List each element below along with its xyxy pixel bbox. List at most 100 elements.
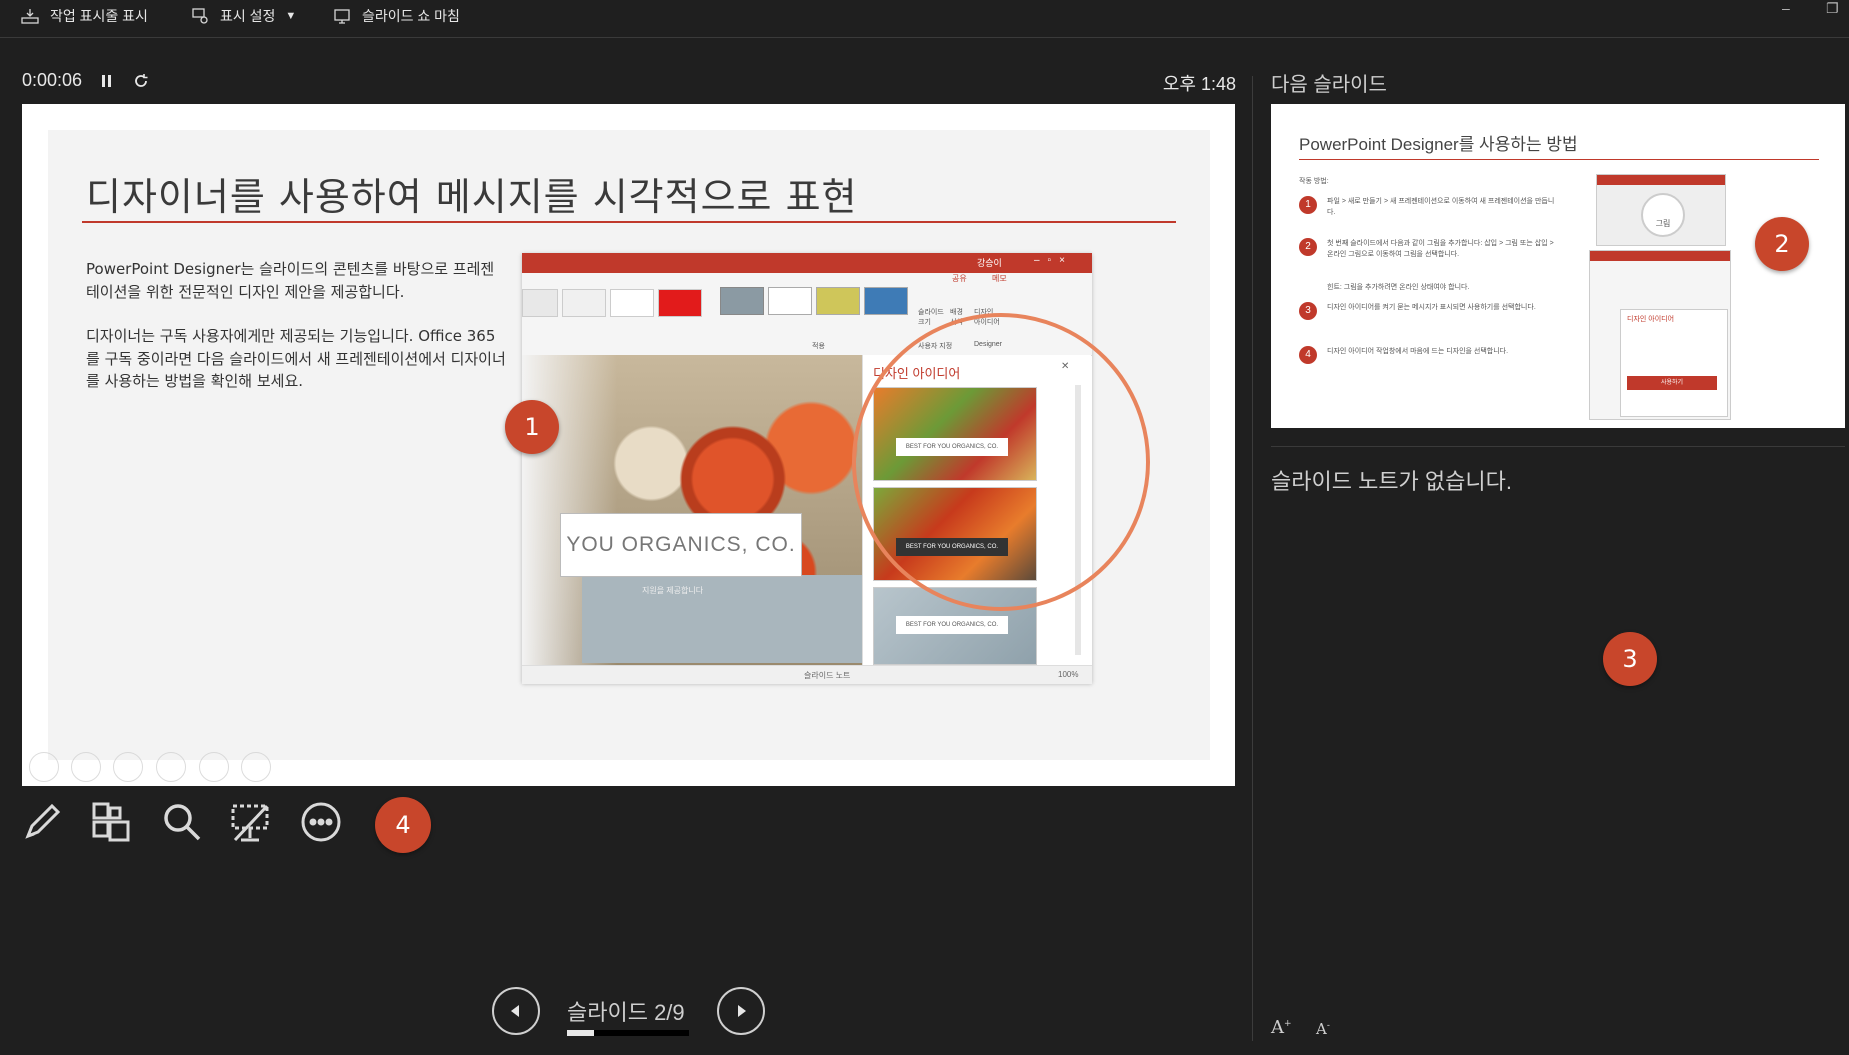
ribbon-slide-size: 슬라이드 크기 [918, 309, 944, 326]
callout-marker-3: 3 [1603, 632, 1657, 686]
clock: 오후 1:48 [1162, 74, 1236, 94]
theme-thumb [522, 289, 558, 317]
pause-icon [102, 75, 111, 87]
more-overlay-icon[interactable] [241, 752, 271, 782]
end-slideshow-button[interactable]: 슬라이드 쇼 마침 [332, 4, 460, 28]
zoom-overlay-icon[interactable] [199, 752, 229, 782]
callout-marker-1: 1 [505, 400, 559, 454]
designer-screenshot: 강승이 –▫× 공유 메모 슬라이드 크기 배경 서식 디자인 아이디어 적용 … [522, 253, 1150, 684]
more-options-icon [301, 802, 341, 842]
screenshot-titlebar: 강승이 –▫× [522, 253, 1092, 273]
screenshot-statusbar: 슬라이드 노트 100% [522, 665, 1092, 684]
black-screen-button[interactable] [229, 800, 273, 844]
variant-thumb [864, 287, 908, 315]
previous-arrow-icon [511, 1005, 519, 1017]
slide-paragraph-1: PowerPoint Designer는 슬라이드의 콘텐츠를 바탕으로 프레젠… [86, 260, 495, 301]
status-zoom: 100% [1058, 670, 1079, 679]
ribbon-memo: 메모 [992, 274, 1007, 283]
mini-pane-title: 디자인 아이디어 [1627, 316, 1675, 323]
status-notes: 슬라이드 노트 [804, 671, 851, 680]
screenshot-user: 강승이 [977, 258, 1002, 268]
pause-timer-button[interactable] [98, 72, 116, 90]
next-overlay-icon[interactable] [71, 752, 101, 782]
slide-counter: 슬라이드 2/9 [567, 1000, 685, 1025]
callout-marker-4: 4 [375, 797, 431, 853]
theme-thumb [610, 289, 654, 317]
title-underline [82, 221, 1176, 223]
display-settings-icon [192, 8, 208, 24]
zoom-icon [164, 804, 201, 841]
decrease-font-icon: A [1316, 1020, 1327, 1038]
next-slide-preview[interactable]: PowerPoint Designer를 사용하는 방법 작동 방법: 1 파일 … [1271, 104, 1845, 428]
image-titlebar [1590, 251, 1730, 261]
pen-tool-button[interactable] [20, 800, 64, 844]
increase-font-icon: A [1271, 1017, 1284, 1038]
step-number: 3 [1299, 302, 1317, 320]
next-slide-button[interactable] [717, 987, 765, 1035]
chevron-down-icon: ▼ [285, 10, 297, 22]
end-slideshow-icon [334, 9, 350, 24]
theme-thumb [562, 289, 606, 317]
theme-thumb [658, 289, 702, 317]
slide-content-area: 디자이너를 사용하여 메시지를 시각적으로 표현 PowerPoint Desi… [48, 130, 1210, 760]
step-number: 2 [1299, 238, 1317, 256]
design-thumb-label: BEST FOR YOU ORGANICS, CO. [896, 616, 1008, 634]
insert-picture-circle: 그림 [1641, 193, 1685, 237]
slides-overlay-icon[interactable] [156, 752, 186, 782]
elapsed-timer: 0:00:06 [22, 70, 83, 90]
next-slide-step-3: 3 디자인 아이디어를 켜기 묻는 메시지가 표시되면 사용하기를 선택합니다. [1299, 302, 1569, 320]
current-slide[interactable]: 디자이너를 사용하여 메시지를 시각적으로 표현 PowerPoint Desi… [22, 104, 1235, 786]
photo-band: 지원을 제공합니다 [582, 575, 872, 663]
decrease-font-button[interactable]: A- [1316, 1020, 1330, 1038]
slide-progress-bar [567, 1030, 689, 1036]
step-text: 디자인 아이디어를 켜기 묻는 메시지가 표시되면 사용하기를 선택합니다. [1327, 304, 1536, 311]
end-slideshow-label: 슬라이드 쇼 마침 [362, 8, 460, 24]
next-slide-title: PowerPoint Designer를 사용하는 방법 [1299, 135, 1578, 154]
highlight-circle [852, 313, 1150, 611]
mini-design-pane: 디자인 아이디어 사용하기 [1620, 309, 1728, 417]
ribbon-share: 공유 [952, 274, 967, 283]
previous-slide-button[interactable] [492, 987, 540, 1035]
step-text: 첫 번째 슬라이드에서 다음과 같이 그림을 추가합니다: 삽입 > 그림 또는… [1327, 240, 1554, 258]
show-taskbar-label: 작업 표시줄 표시 [50, 8, 148, 24]
more-options-button[interactable] [299, 800, 343, 844]
presenter-toolbar: 작업 표시줄 표시 표시 설정 ▼ 슬라이드 쇼 마침 ‒ ❐ [0, 0, 1849, 38]
next-slide-ribbon-image: 그림 [1596, 174, 1726, 246]
next-slide-step-2: 2 첫 번째 슬라이드에서 다음과 같이 그림을 추가합니다: 삽입 > 그림 또… [1299, 238, 1569, 260]
prev-overlay-icon[interactable] [29, 752, 59, 782]
next-slide-intro: 작동 방법: [1299, 178, 1329, 185]
increase-font-button[interactable]: A+ [1271, 1017, 1292, 1038]
variant-thumb [768, 287, 812, 315]
display-settings-button[interactable]: 표시 설정 ▼ [190, 4, 296, 28]
ribbon-group-apply: 적용 [812, 343, 825, 350]
step-text: 디자인 아이디어 작업창에서 마음에 드는 디자인을 선택합니다. [1327, 348, 1509, 355]
restart-icon [135, 74, 148, 87]
next-slide-pane-image: 디자인 아이디어 사용하기 [1589, 250, 1731, 420]
notes-divider[interactable] [1271, 446, 1845, 447]
show-taskbar-button[interactable]: 작업 표시줄 표시 [20, 4, 148, 28]
variant-thumb [720, 287, 764, 315]
photo-caption: YOU ORGANICS, CO. [560, 513, 802, 577]
next-slide-title-underline [1299, 159, 1819, 160]
panel-divider[interactable] [1252, 76, 1253, 1041]
speaker-notes: 슬라이드 노트가 없습니다. [1271, 469, 1512, 494]
slide-progress-fill [567, 1030, 595, 1036]
zoom-button[interactable] [160, 800, 204, 844]
next-slide-step-4: 4 디자인 아이디어 작업창에서 마음에 드는 디자인을 선택합니다. [1299, 346, 1599, 364]
screenshot-window-controls-icon: –▫× [1034, 255, 1073, 266]
next-slide-step-1: 1 파일 > 새로 만들기 > 새 프레젠테이션으로 이동하여 새 프레젠테이션을… [1299, 196, 1569, 218]
image-titlebar [1597, 175, 1725, 185]
pen-overlay-icon[interactable] [113, 752, 143, 782]
slide-paragraph-2: 디자이너는 구독 사용자에게만 제공되는 기능입니다. Office 365를 … [86, 327, 506, 390]
next-slide-tip: 힌트: 그림을 추가하려면 온라인 상태여야 합니다. [1327, 284, 1470, 291]
display-settings-label: 표시 설정 [220, 8, 276, 24]
minimize-button[interactable]: ‒ [1782, 0, 1790, 16]
black-screen-icon [231, 804, 269, 842]
see-all-slides-button[interactable] [90, 800, 134, 844]
taskbar-icon [21, 9, 39, 24]
restore-icon[interactable]: ❐ [1826, 0, 1839, 17]
step-number: 1 [1299, 196, 1317, 214]
restart-timer-button[interactable] [132, 72, 150, 90]
step-number: 4 [1299, 346, 1317, 364]
mini-pane-button: 사용하기 [1627, 376, 1717, 390]
